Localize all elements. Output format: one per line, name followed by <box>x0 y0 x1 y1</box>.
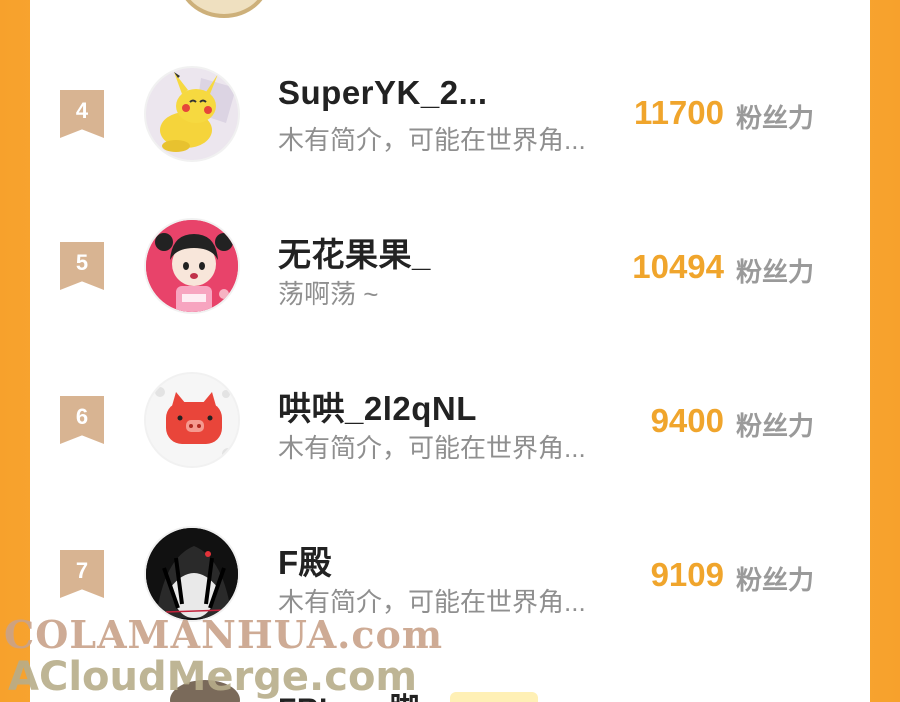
ranking-card: 4 SuperYK_2... 木有简介，可能在世界角... 11700 粉丝力 <box>30 0 870 702</box>
user-bio: 木有简介，可能在世界角... <box>278 125 586 155</box>
fan-power-unit: 粉丝力 <box>736 411 815 441</box>
status-badge <box>450 692 538 702</box>
fan-power-score: 9109 <box>650 556 724 593</box>
user-bio: 木有简介，可能在世界角... <box>278 433 586 463</box>
rank-badge: 7 <box>60 550 104 598</box>
user-name[interactable]: SuperYK_2... <box>278 74 488 112</box>
watermark-text: ACloudMerge.com <box>8 654 418 700</box>
rank-badge: 6 <box>60 396 104 444</box>
user-name[interactable]: F殿 <box>278 536 332 584</box>
girl-avatar-icon[interactable] <box>144 218 240 314</box>
pikachu-avatar-icon[interactable] <box>144 66 240 162</box>
fan-power-unit: 粉丝力 <box>736 257 815 287</box>
watermark-text: COLAMANHUA.com <box>4 612 444 657</box>
fan-power-score: 10494 <box>632 248 724 285</box>
ranking-row[interactable]: 5 无花果果_ 荡啊荡 ~ 10494 粉丝力 <box>30 196 870 336</box>
fan-power-unit: 粉丝力 <box>736 103 815 133</box>
ranking-row[interactable]: 6 哄哄_2l2qNL 木有简介，可能在世界角... 9400 粉丝力 <box>30 350 870 490</box>
fan-power-score: 9400 <box>650 402 724 439</box>
user-name[interactable]: 哄哄_2l2qNL <box>278 382 477 430</box>
fan-power-score: 11700 <box>634 94 724 131</box>
ranking-row[interactable]: 4 SuperYK_2... 木有简介，可能在世界角... 11700 粉丝力 <box>30 42 870 182</box>
user-name[interactable]: 无花果果_ <box>278 228 431 276</box>
rank-badge: 4 <box>60 90 104 138</box>
user-bio: 荡啊荡 ~ <box>278 279 379 309</box>
rank-badge: 5 <box>60 242 104 290</box>
previous-row-avatar[interactable] <box>178 0 270 18</box>
anime-dark-avatar-icon[interactable] <box>144 526 240 622</box>
pig-avatar-icon[interactable] <box>144 372 240 468</box>
fan-power-unit: 粉丝力 <box>736 565 815 595</box>
